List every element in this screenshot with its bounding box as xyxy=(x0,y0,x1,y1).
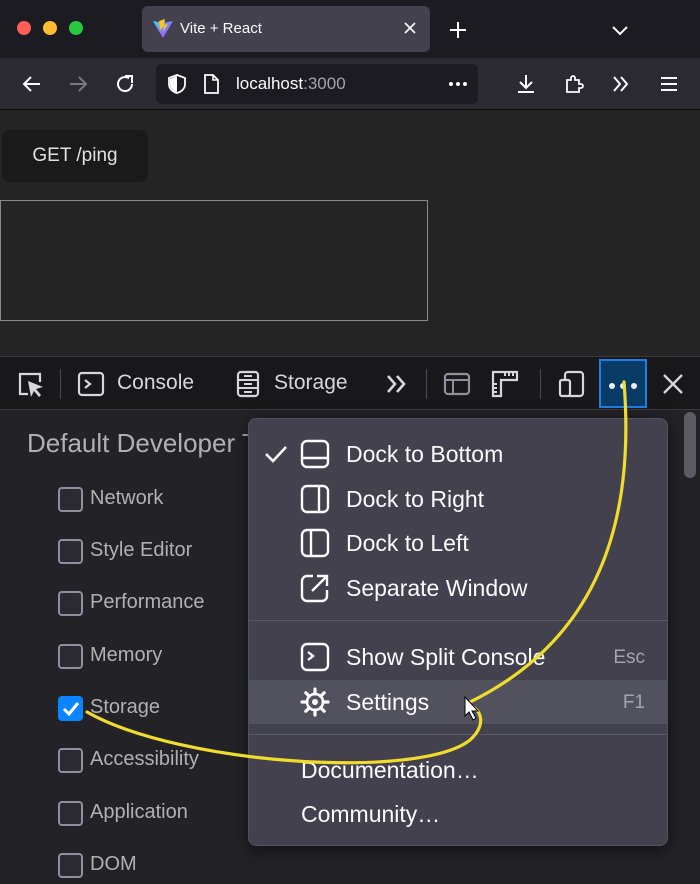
storage-icon xyxy=(236,370,260,398)
menu-item-dock-bottom[interactable]: Dock to Bottom xyxy=(249,432,667,476)
arrow-left-icon xyxy=(22,76,40,92)
checkbox[interactable] xyxy=(58,539,83,564)
reload-icon xyxy=(117,75,134,93)
close-window-button[interactable] xyxy=(17,21,31,35)
tab-title: Vite + React xyxy=(180,20,262,37)
page-actions-icon[interactable] xyxy=(446,72,470,96)
scrollbar-thumb[interactable] xyxy=(684,412,696,478)
zoom-window-button[interactable] xyxy=(69,21,83,35)
menu-item-label: Documentation… xyxy=(301,757,479,783)
browser-tab[interactable]: Vite + React xyxy=(142,6,430,52)
menu-item-documentation[interactable]: Documentation… xyxy=(249,748,667,792)
toolbar-separator xyxy=(426,369,427,399)
menu-separator xyxy=(249,620,667,621)
checkbox[interactable] xyxy=(58,591,83,616)
page-content: GET /ping xyxy=(0,110,700,356)
responsive-layout-icon[interactable] xyxy=(442,369,472,399)
toolbar-separator xyxy=(60,369,61,399)
extensions-button[interactable] xyxy=(560,70,588,98)
option-label: Performance xyxy=(90,591,205,613)
page-icon[interactable] xyxy=(202,74,220,94)
url-text: localhost:3000 xyxy=(236,74,346,94)
ruler-icon[interactable] xyxy=(490,369,520,399)
option-label: Memory xyxy=(90,644,163,666)
devtools-toolbar: Console Storage xyxy=(0,356,700,410)
menu-item-community[interactable]: Community… xyxy=(249,792,667,836)
checkbox-checked[interactable] xyxy=(58,696,83,721)
menu-item-dock-left[interactable]: Dock to Left xyxy=(249,521,667,565)
new-tab-icon[interactable] xyxy=(446,18,470,42)
option-label: Storage xyxy=(90,696,161,718)
puzzle-icon xyxy=(566,75,584,93)
forward-button[interactable] xyxy=(64,70,92,98)
devtools-options-button[interactable] xyxy=(599,359,647,408)
output-box xyxy=(0,200,428,321)
separate-window-icon xyxy=(300,574,329,603)
checkbox[interactable] xyxy=(58,748,83,773)
option-label: DOM xyxy=(90,853,137,875)
checkbox[interactable] xyxy=(58,801,83,826)
scrollbar[interactable] xyxy=(684,412,696,882)
menu-item-dock-right[interactable]: Dock to Right xyxy=(249,477,667,521)
option-label: Application xyxy=(90,801,188,823)
menu-item-label: Dock to Bottom xyxy=(346,441,504,467)
option-label: Network xyxy=(90,487,164,509)
menu-separator xyxy=(249,734,667,735)
dock-right-icon xyxy=(300,484,330,514)
shortcut-label: F1 xyxy=(622,692,645,713)
tab-storage-label: Storage xyxy=(274,371,348,394)
shield-icon[interactable] xyxy=(166,73,188,95)
dock-left-icon xyxy=(300,528,330,558)
double-chevron-right-icon[interactable] xyxy=(382,369,412,399)
back-button[interactable] xyxy=(18,70,46,98)
gear-icon xyxy=(300,687,330,717)
toolbar-separator xyxy=(540,369,541,399)
overflow-menu-button[interactable] xyxy=(607,70,635,98)
devtools-options-menu: Dock to Bottom Dock to Right Dock to Lef… xyxy=(248,418,668,846)
checkmark-icon xyxy=(62,702,80,717)
checkbox[interactable] xyxy=(58,853,83,878)
ping-button[interactable]: GET /ping xyxy=(2,130,148,182)
close-icon[interactable] xyxy=(658,369,688,399)
checkmark-icon xyxy=(265,446,287,463)
menu-item-label: Dock to Right xyxy=(346,486,485,512)
download-icon xyxy=(518,75,534,93)
checkbox[interactable] xyxy=(58,487,83,512)
element-picker-icon[interactable] xyxy=(15,369,45,399)
menu-item-split-console[interactable]: Show Split Console Esc xyxy=(249,635,667,679)
hamburger-icon xyxy=(661,77,677,91)
app-menu-button[interactable] xyxy=(655,70,683,98)
shortcut-label: Esc xyxy=(613,647,645,668)
tab-strip: Vite + React xyxy=(0,0,700,58)
navigation-toolbar: localhost:3000 xyxy=(0,58,700,110)
more-options-icon xyxy=(609,383,637,389)
arrow-right-icon xyxy=(70,76,88,92)
menu-item-label: Dock to Left xyxy=(346,530,469,556)
url-port: :3000 xyxy=(303,74,346,93)
split-console-icon xyxy=(300,642,330,672)
menu-item-label: Separate Window xyxy=(346,575,528,601)
option-label: Accessibility xyxy=(90,748,199,770)
checkbox[interactable] xyxy=(58,644,83,669)
vite-logo-icon xyxy=(153,19,173,38)
minimize-window-button[interactable] xyxy=(43,21,57,35)
tab-console-label: Console xyxy=(117,371,195,394)
menu-item-separate-window[interactable]: Separate Window xyxy=(249,566,667,610)
option-label: Style Editor xyxy=(90,539,193,561)
menu-item-label: Settings xyxy=(346,689,430,715)
downloads-button[interactable] xyxy=(512,70,540,98)
console-icon xyxy=(77,371,105,397)
url-host: localhost xyxy=(236,74,304,93)
chevron-down-icon[interactable] xyxy=(608,18,632,42)
close-tab-icon[interactable] xyxy=(400,18,420,38)
dock-bottom-icon xyxy=(300,439,330,469)
reload-button[interactable] xyxy=(111,70,139,98)
menu-item-label: Show Split Console xyxy=(346,644,546,670)
menu-item-label: Community… xyxy=(301,801,441,827)
double-chevron-right-icon xyxy=(613,76,629,92)
responsive-design-mode-icon[interactable] xyxy=(557,369,587,399)
address-bar[interactable]: localhost:3000 xyxy=(156,64,478,104)
menu-item-settings[interactable]: Settings F1 xyxy=(249,680,667,724)
